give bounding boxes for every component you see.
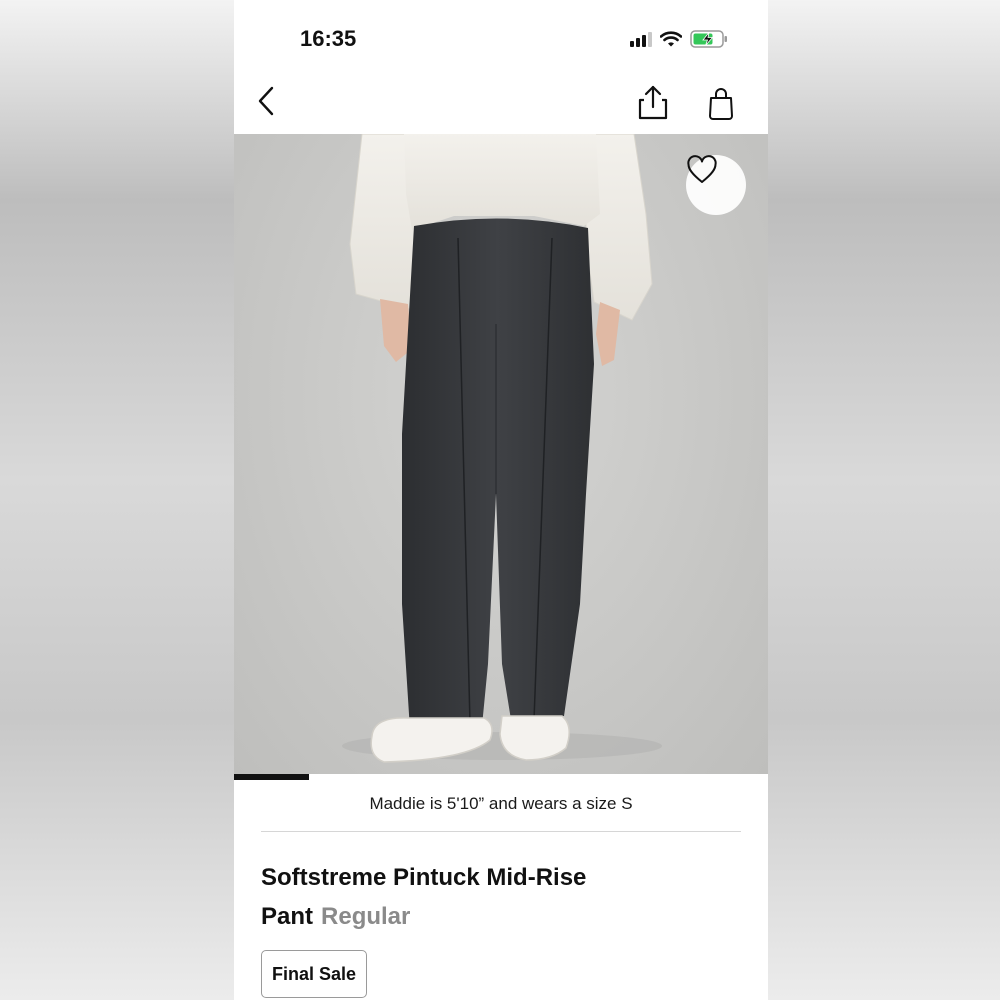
favorite-button[interactable] <box>686 155 746 215</box>
back-button[interactable] <box>250 84 284 122</box>
carousel-progress-track <box>234 774 768 780</box>
battery-charging-icon <box>690 30 727 48</box>
status-icons <box>630 30 728 48</box>
final-sale-badge: Final Sale <box>261 950 368 998</box>
shopping-bag-icon <box>709 88 733 120</box>
cellular-signal-icon <box>630 31 652 47</box>
status-time: 16:35 <box>300 26 357 51</box>
model-size-info: Maddie is 5'10” and wears a size S <box>369 794 633 813</box>
model-photo <box>342 134 662 763</box>
shopping-bag-button[interactable] <box>704 86 738 122</box>
chevron-left-icon <box>258 86 274 116</box>
status-bar: 16:35 <box>234 0 768 72</box>
share-button[interactable] <box>634 84 672 122</box>
heart-outline-icon <box>687 155 717 183</box>
product-image[interactable] <box>234 134 768 780</box>
wifi-icon <box>660 31 682 47</box>
share-icon <box>638 85 668 120</box>
product-variant: Regular <box>321 903 411 930</box>
product-name: Softstreme Pintuck Mid-Rise Pant <box>261 864 587 930</box>
navigation-bar <box>234 72 768 134</box>
carousel-progress-indicator <box>234 774 309 780</box>
divider <box>261 831 741 832</box>
phone-screen: 16:35 Maddie is 5'10” and wears a size S… <box>234 0 768 1000</box>
background-left <box>0 0 234 1000</box>
product-title: Softstreme Pintuck Mid-Rise Pant Regular <box>261 858 721 936</box>
background-right <box>768 0 1000 1000</box>
badge-label: Final Sale <box>272 963 357 984</box>
